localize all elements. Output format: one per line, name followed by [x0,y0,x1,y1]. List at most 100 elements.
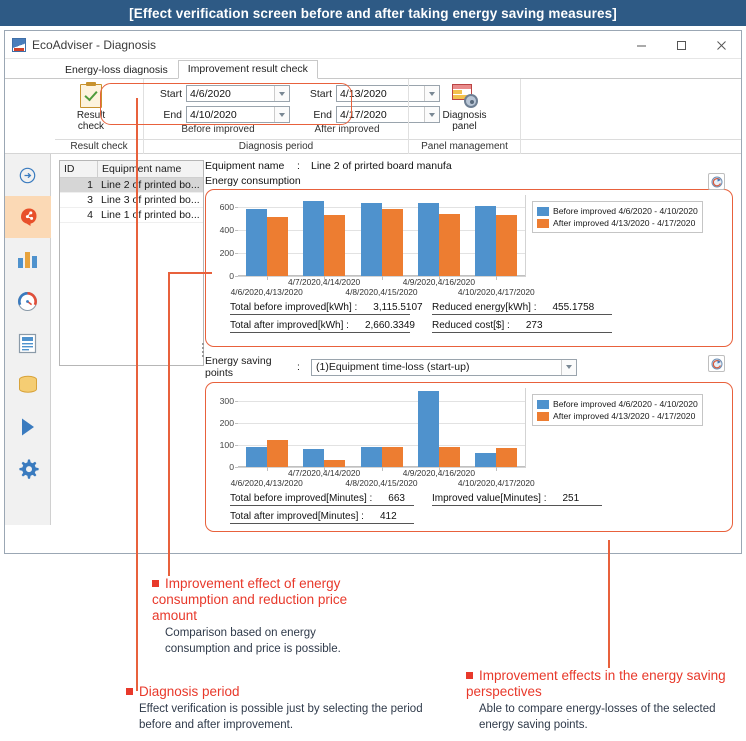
after-end-date-value: 4/17/2020 [340,108,387,121]
banner-text: [Effect verification screen before and a… [129,5,617,21]
energy-consumption-x-labels: 4/6/2020,4/13/2020 4/7/2020,4/14/2020 4/8/… [231,277,535,299]
close-button[interactable] [701,31,741,59]
before-start-label: Start [159,87,182,100]
cell-id: 4 [87,209,93,221]
table-row[interactable]: 3 Line 3 of printed bo... [60,193,203,208]
x-axis-label: 4/8/2020,4/15/2020 [345,478,418,488]
bar [438,447,460,467]
x-axis-label: 4/9/2020,4/16/2020 [402,277,475,287]
callout-title-2: Diagnosis period [139,684,240,699]
legend-swatch [537,411,549,421]
equipment-name-label: Equipment name [205,160,285,172]
refresh-icon [711,358,722,369]
cell-equipment-name: Line 2 of printed bo... [101,179,200,191]
total-after-improved-kwh-value: 2,660.3349 [364,320,415,331]
table-row[interactable]: 1 Line 2 of printed bo... [60,178,203,193]
page-banner: [Effect verification screen before and a… [0,0,746,26]
diagnosis-panel-label-2: panel [452,121,477,132]
total-after-improved-minutes: Total after improved[Minutes] : 412 [230,511,414,524]
bar-group [295,388,352,471]
database-icon [18,375,37,393]
x-axis-label: 4/7/2020,4/14/2020 [288,468,361,478]
cell-equipment-name: Line 1 of printed bo... [101,209,200,221]
bar [496,215,518,276]
sidebar-item-settings[interactable] [5,448,51,490]
callout-diagnosis-period: Diagnosis period Effect verification is … [126,684,456,733]
legend-swatch [537,218,549,228]
energy-consumption-panel: 0 200 400 600 4/6/2020,4/13/2020 4/7/2020,4/… [205,189,733,347]
legend-item: Before improved 4/6/2020 - 4/10/2020 [537,205,698,217]
y-axis-tick-label: 0 [229,462,234,472]
column-header-id: ID [60,161,98,177]
energy-saving-points-chart: 0 100 200 300 4/6/2020,4/13/2020 4/7/2020,4/… [212,388,726,490]
energy-saving-points-select[interactable]: (1)Equipment time-loss (start-up) [311,358,577,376]
energy-consumption-chart: 0 200 400 600 4/6/2020,4/13/2020 4/7/2020,4/… [212,195,726,299]
bar [496,447,518,467]
diagnosis-head-icon [20,208,36,226]
ribbon-tabs: Energy-loss diagnosis Improvement result… [5,59,741,79]
minimize-button[interactable] [621,31,661,59]
improved-value-minutes-label: Improved value[Minutes] : [432,493,547,504]
ribbon-group-empty [520,79,741,154]
energy-saving-points-x-labels: 4/6/2020,4/13/2020 4/7/2020,4/14/2020 4/8/… [231,468,535,490]
equipment-table-empty-space [60,223,203,365]
result-check-label-1: Result [76,110,106,121]
energy-consumption-legend: Before improved 4/6/2020 - 4/10/2020 Afte… [532,201,703,233]
sidebar-item-gauge[interactable] [5,280,51,322]
sidebar-item-diagnosis[interactable] [4,196,51,238]
refresh-energy-consumption-button[interactable] [708,173,725,190]
y-axis-tick-label: 100 [219,440,234,451]
chevron-down-icon[interactable] [274,86,289,101]
ribbon-group-title-diagnosis-period: Diagnosis period [144,139,408,154]
sidebar-item-chart[interactable] [5,238,51,280]
ribbon-group-result-check: Result check Result check [55,79,143,154]
table-row[interactable]: 4 Line 1 of printed bo... [60,208,203,223]
bar [245,446,267,467]
energy-consumption-plot-wrap: 0 200 400 600 4/6/2020,4/13/2020 4/7/2020,4/… [220,195,535,299]
total-after-improved-minutes-label: Total after improved[Minutes] : [230,511,364,522]
sidebar-item-play[interactable] [5,406,51,448]
x-axis-label: 4/8/2020,4/15/2020 [345,287,418,297]
sidebar-item-report[interactable] [5,322,51,364]
x-axis-label: 4/10/2020,4/17/2020 [457,287,535,297]
before-end-date-input[interactable]: 4/10/2020 [186,106,290,123]
cell-id: 3 [87,194,93,206]
reduced-cost-label: Reduced cost[$] : [432,320,510,331]
report-icon [18,333,37,353]
total-after-improved-minutes-value: 412 [379,511,397,522]
callout-body-3: Able to compare energy-losses of the sel… [479,703,716,731]
window-titlebar: EcoAdviser - Diagnosis [5,31,741,59]
total-before-improved-minutes: Total before improved[Minutes] : 663 [230,493,414,506]
left-sidebar [4,154,51,525]
bar [245,209,267,276]
after-improved-caption: After improved [314,124,380,135]
reduced-energy-kwh-label: Reduced energy[kWh] : [432,302,537,313]
ribbon-group-panel-management: Diagnosis panel Panel management [408,79,520,154]
chevron-down-icon[interactable] [274,107,289,122]
main-content: ID Equipment name 1 Line 2 of printed bo… [4,154,741,532]
tab-improvement-result-check[interactable]: Improvement result check [177,60,318,79]
connector-line-saving-points [608,540,610,668]
tab-energy-loss-diagnosis[interactable]: Energy-loss diagnosis [55,61,178,79]
bar-group [238,388,295,471]
chevron-down-icon[interactable] [561,359,576,375]
bar [324,215,346,276]
legend-label: Before improved 4/6/2020 - 4/10/2020 [553,206,698,216]
before-improved-caption: Before improved [181,124,255,135]
energy-saving-points-legend: Before improved 4/6/2020 - 4/10/2020 Afte… [532,394,703,426]
legend-label: After improved 4/13/2020 - 4/17/2020 [553,411,696,421]
sidebar-item-database[interactable] [5,364,51,406]
refresh-energy-saving-points-button[interactable] [708,355,725,372]
total-before-improved-minutes-label: Total before improved[Minutes] : [230,493,373,504]
cell-equipment-name: Line 3 of printed bo... [101,194,200,206]
period-fields: Start 4/6/2020 End 4/10/2020 Start 4/13/… [144,79,448,123]
legend-swatch [537,399,549,409]
before-start-date-input[interactable]: 4/6/2020 [186,85,290,102]
maximize-button[interactable] [661,31,701,59]
diagnosis-panel-button[interactable]: Diagnosis panel [429,79,501,132]
sidebar-item-expand[interactable] [5,154,51,196]
energy-saving-points-plot-wrap: 0 100 200 300 4/6/2020,4/13/2020 4/7/2020,4/… [220,388,535,490]
result-check-button[interactable]: Result check [55,79,127,132]
energy-saving-points-value: (1)Equipment time-loss (start-up) [316,361,470,373]
y-axis-tick-label: 0 [229,271,234,281]
